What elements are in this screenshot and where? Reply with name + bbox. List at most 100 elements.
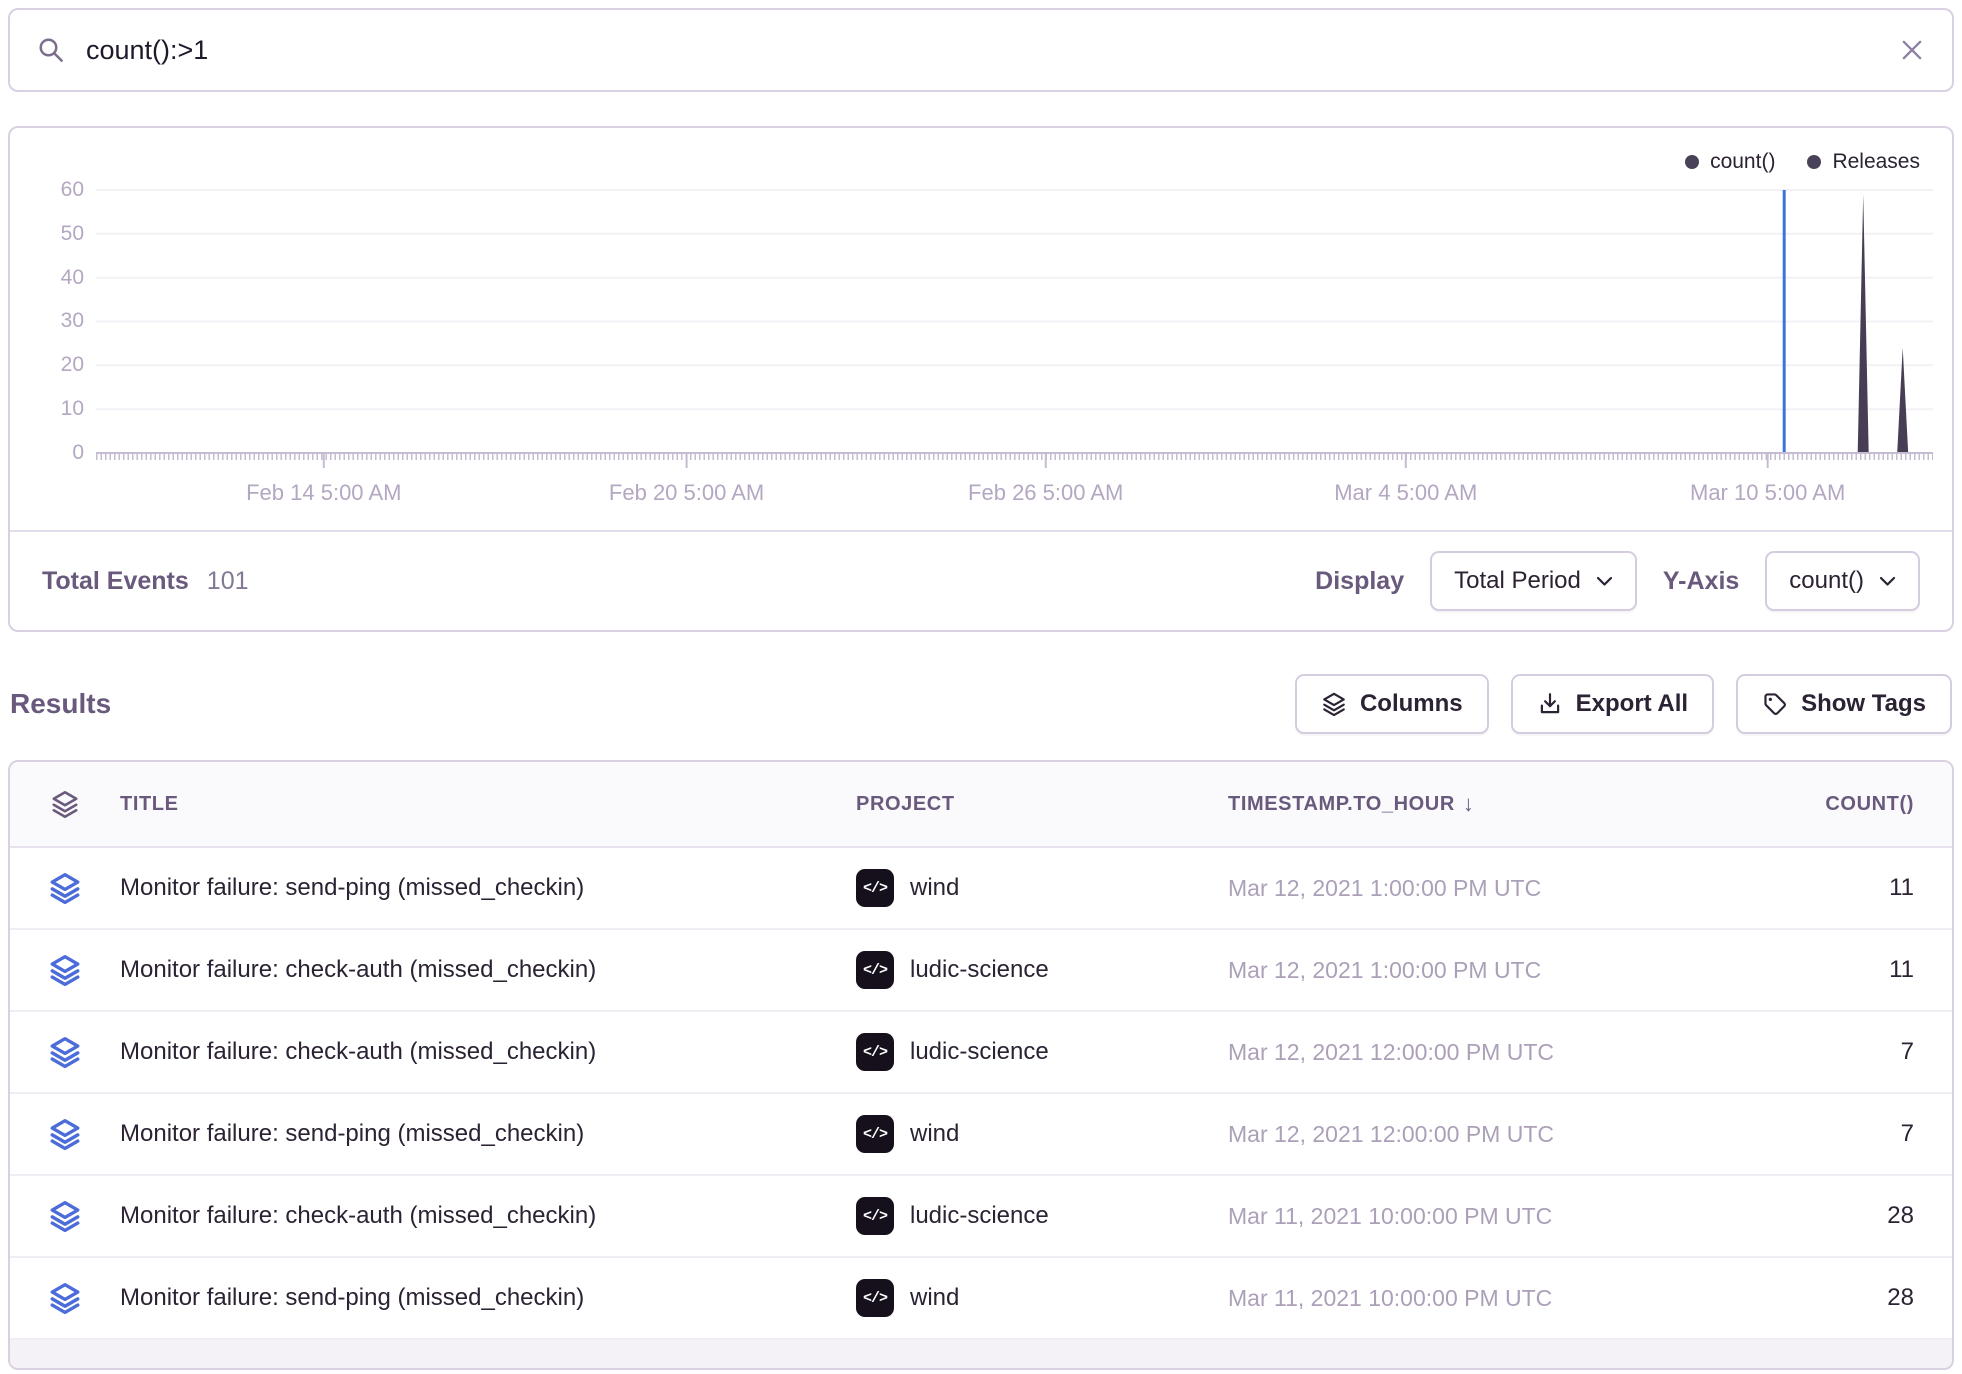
row-stack-button[interactable]	[48, 953, 82, 987]
row-stack-button[interactable]	[48, 1035, 82, 1069]
project-name: ludic-science	[910, 1038, 1049, 1066]
yaxis-dropdown-value: count()	[1789, 567, 1864, 595]
search-icon	[36, 35, 66, 65]
chart-footer: Total Events 101 Display Total Period Y-…	[10, 530, 1952, 630]
project-platform-icon: </>	[856, 1279, 894, 1317]
chevron-down-icon	[1879, 576, 1896, 587]
project-name: ludic-science	[910, 1202, 1049, 1230]
project-platform-icon: </>	[856, 1115, 894, 1153]
discover-page: count() Releases 60 50 40 30 20 10 0	[0, 0, 1962, 1370]
legend-item-releases[interactable]: Releases	[1807, 150, 1920, 174]
column-header-title[interactable]: TITLE	[120, 793, 856, 816]
event-count: 11	[1680, 874, 1952, 902]
table-row: Monitor failure: send-ping (missed_check…	[10, 1258, 1952, 1340]
column-header-timestamp-label: TIMESTAMP.TO_HOUR	[1228, 793, 1455, 816]
event-timestamp: Mar 12, 2021 12:00:00 PM UTC	[1228, 1121, 1680, 1148]
y-axis-tick-label: 20	[22, 353, 84, 377]
chart-plot-area	[96, 154, 1933, 486]
layers-icon	[48, 1035, 82, 1069]
layers-icon	[48, 1281, 82, 1315]
project-name: wind	[910, 1120, 959, 1148]
layers-icon	[50, 789, 80, 819]
event-count: 11	[1680, 956, 1952, 984]
project-name: wind	[910, 1284, 959, 1312]
stack-column-header	[10, 789, 120, 819]
project-name: wind	[910, 874, 959, 902]
table-row: Monitor failure: send-ping (missed_check…	[10, 848, 1952, 930]
event-count: 28	[1680, 1284, 1952, 1312]
total-events-label: Total Events	[42, 567, 189, 596]
close-icon	[1898, 36, 1926, 64]
project-platform-icon: </>	[856, 1033, 894, 1071]
total-events: Total Events 101	[42, 567, 249, 596]
export-all-button[interactable]: Export All	[1511, 674, 1714, 734]
results-heading: Results	[10, 688, 111, 720]
column-header-project[interactable]: PROJECT	[856, 793, 1228, 816]
event-title: Monitor failure: send-ping (missed_check…	[120, 874, 856, 902]
legend-label: Releases	[1832, 150, 1920, 174]
project-name: ludic-science	[910, 956, 1049, 984]
layers-icon	[48, 1199, 82, 1233]
row-stack-button[interactable]	[48, 871, 82, 905]
event-timestamp: Mar 12, 2021 1:00:00 PM UTC	[1228, 957, 1680, 984]
table-row: Monitor failure: check-auth (missed_chec…	[10, 1012, 1952, 1094]
x-axis-tick-label: Feb 20 5:00 AM	[609, 480, 764, 506]
x-axis-tick-label: Feb 14 5:00 AM	[246, 480, 401, 506]
count-series-spike	[1897, 348, 1908, 453]
search-bar	[8, 8, 1954, 92]
legend-dot-count	[1685, 155, 1699, 169]
display-dropdown[interactable]: Total Period	[1430, 551, 1637, 611]
total-events-value: 101	[207, 567, 249, 596]
event-title: Monitor failure: send-ping (missed_check…	[120, 1284, 856, 1312]
results-bar: Results Columns	[10, 674, 1952, 734]
chart-controls: Display Total Period Y-Axis count()	[1315, 551, 1920, 611]
columns-button[interactable]: Columns	[1295, 674, 1489, 734]
y-axis-tick-label: 0	[22, 441, 84, 465]
legend-item-count[interactable]: count()	[1685, 150, 1775, 174]
search-input[interactable]	[86, 35, 1878, 66]
event-title: Monitor failure: send-ping (missed_check…	[120, 1120, 856, 1148]
layers-icon	[48, 953, 82, 987]
project-platform-icon: </>	[856, 1197, 894, 1235]
clear-search-button[interactable]	[1898, 36, 1926, 64]
column-header-count[interactable]: COUNT()	[1680, 793, 1952, 816]
show-tags-button[interactable]: Show Tags	[1736, 674, 1952, 734]
events-chart-panel: count() Releases 60 50 40 30 20 10 0	[8, 126, 1954, 632]
legend-label: count()	[1710, 150, 1775, 174]
table-row: Monitor failure: check-auth (missed_chec…	[10, 1176, 1952, 1258]
event-title: Monitor failure: check-auth (missed_chec…	[120, 1038, 856, 1066]
download-icon	[1537, 691, 1563, 717]
row-stack-button[interactable]	[48, 1199, 82, 1233]
event-timestamp: Mar 12, 2021 12:00:00 PM UTC	[1228, 1039, 1680, 1066]
table-header-row: TITLE PROJECT TIMESTAMP.TO_HOUR ↓ COUNT(…	[10, 762, 1952, 848]
chart-legend: count() Releases	[1685, 150, 1920, 174]
project-platform-icon: </>	[856, 951, 894, 989]
display-dropdown-value: Total Period	[1454, 567, 1581, 595]
table-footer-strip	[10, 1340, 1952, 1368]
y-axis-tick-label: 40	[22, 266, 84, 290]
event-count: 28	[1680, 1202, 1952, 1230]
row-stack-button[interactable]	[48, 1281, 82, 1315]
y-axis-tick-label: 10	[22, 397, 84, 421]
project-platform-icon: </>	[856, 869, 894, 907]
row-stack-button[interactable]	[48, 1117, 82, 1151]
display-label: Display	[1315, 567, 1404, 596]
chevron-down-icon	[1596, 576, 1613, 587]
table-row: Monitor failure: send-ping (missed_check…	[10, 1094, 1952, 1176]
layers-icon	[48, 871, 82, 905]
results-actions: Columns Export All	[1295, 674, 1952, 734]
y-axis-tick-label: 60	[22, 178, 84, 202]
results-table: TITLE PROJECT TIMESTAMP.TO_HOUR ↓ COUNT(…	[8, 760, 1954, 1370]
event-count: 7	[1680, 1038, 1952, 1066]
events-chart: count() Releases 60 50 40 30 20 10 0	[10, 128, 1952, 530]
event-timestamp: Mar 12, 2021 1:00:00 PM UTC	[1228, 875, 1680, 902]
show-tags-button-label: Show Tags	[1801, 690, 1926, 718]
event-timestamp: Mar 11, 2021 10:00:00 PM UTC	[1228, 1203, 1680, 1230]
x-axis-tick-label: Feb 26 5:00 AM	[968, 480, 1123, 506]
yaxis-dropdown[interactable]: count()	[1765, 551, 1920, 611]
yaxis-label: Y-Axis	[1663, 567, 1739, 596]
tag-icon	[1762, 691, 1788, 717]
y-axis-tick-label: 50	[22, 222, 84, 246]
columns-button-label: Columns	[1360, 690, 1463, 718]
column-header-timestamp[interactable]: TIMESTAMP.TO_HOUR ↓	[1228, 791, 1680, 817]
